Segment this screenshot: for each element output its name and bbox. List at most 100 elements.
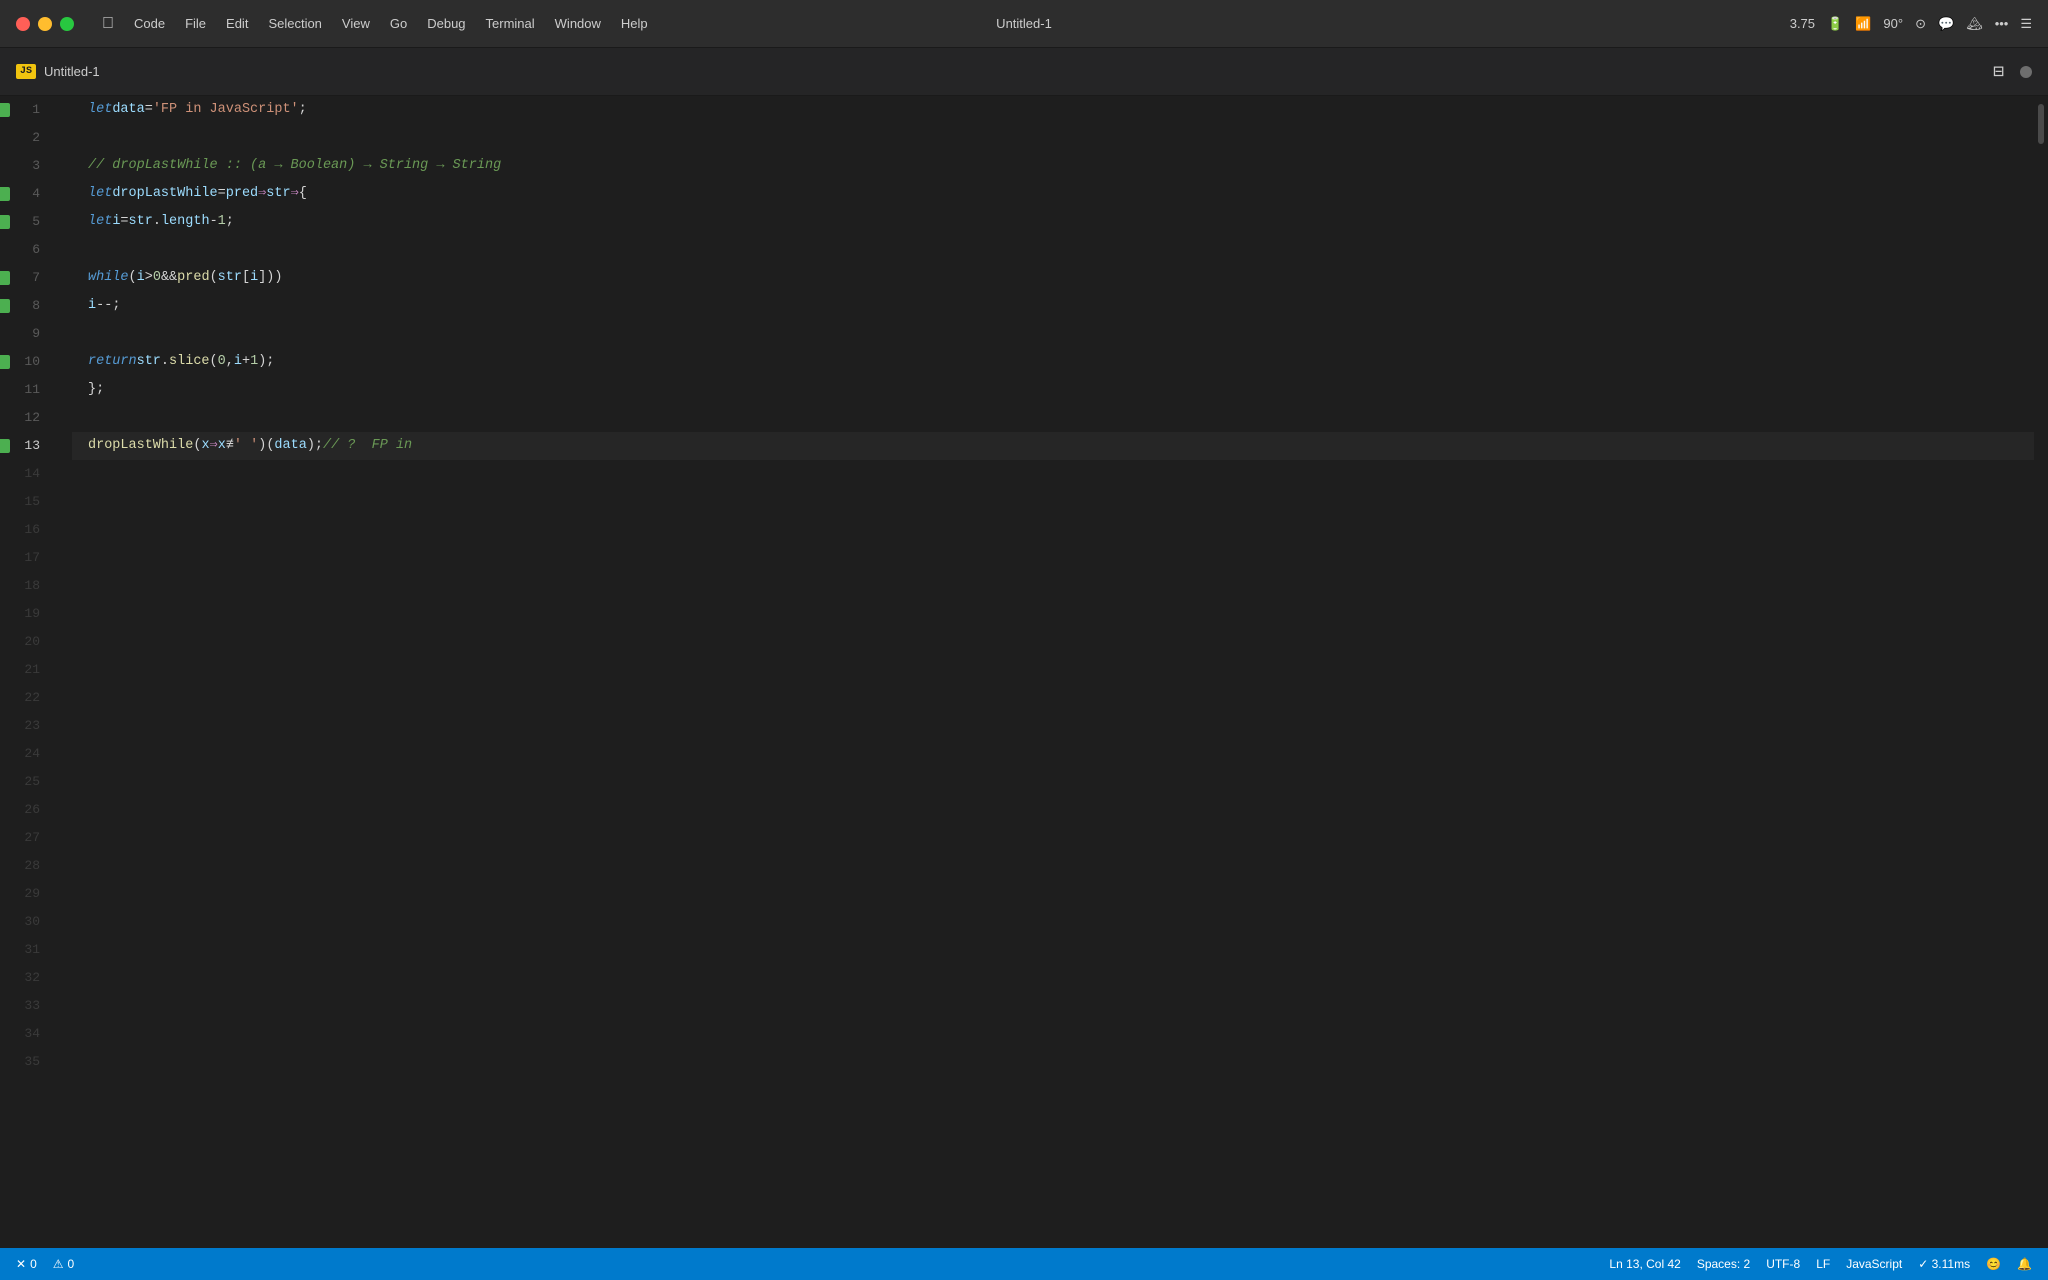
code-line-30 xyxy=(72,908,2034,936)
line-number-22: 22 xyxy=(0,684,56,712)
breakpoint-13[interactable] xyxy=(0,439,10,453)
code-line-25 xyxy=(72,768,2034,796)
spaces-setting[interactable]: Spaces: 2 xyxy=(1697,1257,1750,1271)
menu-selection[interactable]: Selection xyxy=(260,12,329,35)
line-number-6: 6 xyxy=(0,236,56,264)
menu-view[interactable]: View xyxy=(334,12,378,35)
tab-title[interactable]: Untitled-1 xyxy=(44,64,100,79)
code-line-4: let dropLastWhile = pred ⇒ str ⇒ { xyxy=(72,180,2034,208)
line-number-16: 16 xyxy=(0,516,56,544)
line-number-21: 21 xyxy=(0,656,56,684)
line-numbers: 1234567891011121314151617181920212223242… xyxy=(0,96,72,1248)
scrollbar-thumb[interactable] xyxy=(2038,104,2044,144)
split-editor-icon[interactable]: ⊟ xyxy=(1993,61,2004,83)
code-line-18 xyxy=(72,572,2034,600)
menu-file[interactable]: File xyxy=(177,12,214,35)
line-number-13: 13 xyxy=(0,432,56,460)
maximize-button[interactable] xyxy=(60,17,74,31)
line-number-12: 12 xyxy=(0,404,56,432)
menu-debug[interactable]: Debug xyxy=(419,12,473,35)
breakpoint-8[interactable] xyxy=(0,299,10,313)
bell-icon[interactable]: 🔔 xyxy=(2017,1257,2032,1271)
line-number-8: 8 xyxy=(0,292,56,320)
breakpoint-5[interactable] xyxy=(0,215,10,229)
js-icon: JS xyxy=(16,64,36,79)
window-title: Untitled-1 xyxy=(996,16,1052,31)
code-line-3: // dropLastWhile :: (a → Boolean) → Stri… xyxy=(72,152,2034,180)
code-line-33 xyxy=(72,992,2034,1020)
code-line-26 xyxy=(72,796,2034,824)
more-icon[interactable]: ••• xyxy=(1995,16,2009,31)
list-icon[interactable]: ☰ xyxy=(2020,16,2032,32)
warning-count[interactable]: ⚠ 0 xyxy=(53,1257,74,1271)
line-number-35: 35 xyxy=(0,1048,56,1076)
line-number-27: 27 xyxy=(0,824,56,852)
tab-area: JS Untitled-1 xyxy=(16,64,100,79)
menu-bar:  Code File Edit Selection View Go Debug… xyxy=(94,11,656,37)
code-line-35 xyxy=(72,1048,2034,1076)
scrollbar-track[interactable] xyxy=(2034,96,2048,1248)
line-number-31: 31 xyxy=(0,936,56,964)
line-number-1: 1 xyxy=(0,96,56,124)
line-number-28: 28 xyxy=(0,852,56,880)
menu-help[interactable]: Help xyxy=(613,12,656,35)
code-line-23 xyxy=(72,712,2034,740)
line-number-30: 30 xyxy=(0,908,56,936)
menu-go[interactable]: Go xyxy=(382,12,415,35)
battery-icon: 🔋 xyxy=(1827,16,1843,32)
line-number-14: 14 xyxy=(0,460,56,488)
menu-code[interactable]: Code xyxy=(126,12,173,35)
emoji-icon[interactable]: 😊 xyxy=(1986,1257,2001,1271)
code-line-21 xyxy=(72,656,2034,684)
menu-edit[interactable]: Edit xyxy=(218,12,256,35)
cursor-position[interactable]: Ln 13, Col 42 xyxy=(1609,1257,1680,1271)
menu-terminal[interactable]: Terminal xyxy=(478,12,543,35)
status-right: Ln 13, Col 42 Spaces: 2 UTF-8 LF JavaScr… xyxy=(1609,1257,2032,1271)
menu-window[interactable]: Window xyxy=(547,12,609,35)
line-number-15: 15 xyxy=(0,488,56,516)
code-line-12 xyxy=(72,404,2034,432)
line-number-25: 25 xyxy=(0,768,56,796)
system-status-text: 3.75 xyxy=(1790,16,1815,31)
wifi-icon: 📶 xyxy=(1855,16,1871,32)
breakpoint-10[interactable] xyxy=(0,355,10,369)
traffic-lights xyxy=(16,17,74,31)
code-line-29 xyxy=(72,880,2034,908)
titlebar-left:  Code File Edit Selection View Go Debug… xyxy=(16,11,656,37)
line-ending[interactable]: LF xyxy=(1816,1257,1830,1271)
code-line-6 xyxy=(72,236,2034,264)
code-line-2 xyxy=(72,124,2034,152)
editor-actions: ⊟ xyxy=(1993,61,2032,83)
code-line-22 xyxy=(72,684,2034,712)
code-line-10: return str.slice(0, i + 1); xyxy=(72,348,2034,376)
code-line-9 xyxy=(72,320,2034,348)
encoding[interactable]: UTF-8 xyxy=(1766,1257,1800,1271)
breakpoint-4[interactable] xyxy=(0,187,10,201)
minimize-button[interactable] xyxy=(38,17,52,31)
apple-menu[interactable]:  xyxy=(94,11,122,37)
line-number-20: 20 xyxy=(0,628,56,656)
line-number-23: 23 xyxy=(0,712,56,740)
error-icon: ✕ xyxy=(16,1257,26,1271)
line-number-17: 17 xyxy=(0,544,56,572)
error-number: 0 xyxy=(30,1257,37,1271)
code-line-28 xyxy=(72,852,2034,880)
language-mode[interactable]: JavaScript xyxy=(1846,1257,1902,1271)
code-area[interactable]: let data = 'FP in JavaScript';// dropLas… xyxy=(72,96,2034,1248)
navigation-icon: ⊙ xyxy=(1915,16,1926,32)
line-number-10: 10 xyxy=(0,348,56,376)
dot-indicator xyxy=(2020,66,2032,78)
error-count[interactable]: ✕ 0 xyxy=(16,1257,37,1271)
code-line-5: let i = str.length - 1; xyxy=(72,208,2034,236)
chat-icon: 💬 xyxy=(1938,16,1954,32)
close-button[interactable] xyxy=(16,17,30,31)
code-line-31 xyxy=(72,936,2034,964)
line-number-19: 19 xyxy=(0,600,56,628)
code-line-15 xyxy=(72,488,2034,516)
breakpoint-1[interactable] xyxy=(0,103,10,117)
code-line-27 xyxy=(72,824,2034,852)
code-line-7: while(i > 0 && pred(str[i])) xyxy=(72,264,2034,292)
code-line-34 xyxy=(72,1020,2034,1048)
line-number-29: 29 xyxy=(0,880,56,908)
breakpoint-7[interactable] xyxy=(0,271,10,285)
